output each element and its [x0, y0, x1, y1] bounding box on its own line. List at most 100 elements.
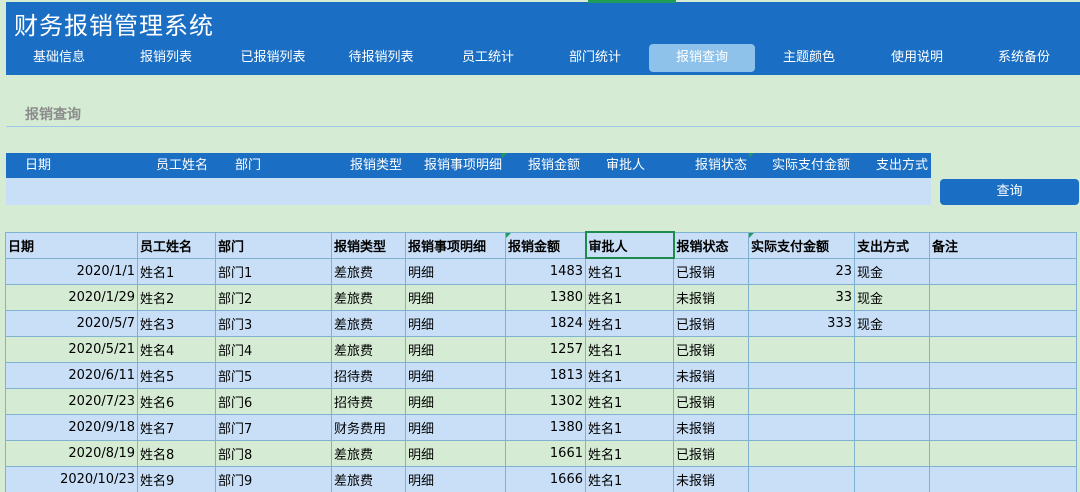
cell-actual-paid[interactable] — [748, 439, 855, 467]
cell-detail[interactable]: 明细 — [405, 413, 506, 441]
cell-payment-method[interactable]: 现金 — [854, 257, 930, 285]
cell-type[interactable]: 差旅费 — [331, 257, 406, 285]
nav-item-user-guide[interactable]: 使用说明 — [864, 44, 970, 72]
cell-approver[interactable]: 姓名1 — [585, 413, 674, 441]
query-amount-input[interactable] — [516, 178, 596, 205]
column-header-type[interactable]: 报销类型 — [331, 231, 406, 259]
cell-status[interactable]: 未报销 — [673, 413, 749, 441]
cell-department[interactable]: 部门3 — [215, 309, 332, 337]
cell-department[interactable]: 部门9 — [215, 465, 332, 492]
cell-status[interactable]: 未报销 — [673, 361, 749, 389]
cell-type[interactable]: 差旅费 — [331, 439, 406, 467]
column-header-amount[interactable]: 报销金额 — [505, 231, 586, 259]
nav-item-reimbursement-list[interactable]: 报销列表 — [113, 44, 219, 72]
cell-remarks[interactable] — [929, 361, 1077, 389]
cell-actual-paid[interactable] — [748, 465, 855, 492]
column-header-department[interactable]: 部门 — [215, 231, 332, 259]
cell-status[interactable]: 已报销 — [673, 335, 749, 363]
query-approver-input[interactable] — [596, 178, 681, 205]
cell-remarks[interactable] — [929, 257, 1077, 285]
query-date-input[interactable] — [6, 178, 146, 205]
table-row[interactable]: 2020/8/19 姓名8 部门8 差旅费 明细 1661 姓名1 已报销 — [5, 439, 1077, 467]
cell-department[interactable]: 部门5 — [215, 361, 332, 389]
cell-status[interactable]: 已报销 — [673, 387, 749, 415]
query-actual-paid-input[interactable] — [761, 178, 866, 205]
cell-payment-method[interactable]: 现金 — [854, 309, 930, 337]
table-row[interactable]: 2020/6/11 姓名5 部门5 招待费 明细 1813 姓名1 未报销 — [5, 361, 1077, 389]
cell-approver[interactable]: 姓名1 — [585, 439, 674, 467]
cell-payment-method[interactable] — [854, 387, 930, 415]
cell-payment-method[interactable] — [854, 413, 930, 441]
cell-department[interactable]: 部门6 — [215, 387, 332, 415]
cell-date[interactable]: 2020/6/11 — [5, 361, 138, 389]
query-type-input[interactable] — [341, 178, 416, 205]
cell-detail[interactable]: 明细 — [405, 439, 506, 467]
cell-date[interactable]: 2020/5/7 — [5, 309, 138, 337]
table-row[interactable]: 2020/1/1 姓名1 部门1 差旅费 明细 1483 姓名1 已报销 23 现金 — [5, 257, 1077, 285]
cell-employee[interactable]: 姓名1 — [137, 257, 216, 285]
cell-amount[interactable]: 1380 — [505, 283, 586, 311]
cell-approver[interactable]: 姓名1 — [585, 335, 674, 363]
column-header-payment-method[interactable]: 支出方式 — [854, 231, 930, 259]
cell-type[interactable]: 差旅费 — [331, 283, 406, 311]
cell-amount[interactable]: 1380 — [505, 413, 586, 441]
table-row[interactable]: 2020/1/29 姓名2 部门2 差旅费 明细 1380 姓名1 未报销 33 现金 — [5, 283, 1077, 311]
nav-item-theme-color[interactable]: 主题颜色 — [756, 44, 862, 72]
cell-employee[interactable]: 姓名6 — [137, 387, 216, 415]
cell-type[interactable]: 差旅费 — [331, 309, 406, 337]
column-header-date[interactable]: 日期 — [5, 231, 138, 259]
cell-approver[interactable]: 姓名1 — [585, 283, 674, 311]
query-detail-input[interactable] — [416, 178, 516, 205]
cell-actual-paid[interactable]: 33 — [748, 283, 855, 311]
nav-item-pending-list[interactable]: 待报销列表 — [328, 44, 434, 72]
cell-amount[interactable]: 1661 — [505, 439, 586, 467]
cell-date[interactable]: 2020/1/29 — [5, 283, 138, 311]
table-row[interactable]: 2020/5/21 姓名4 部门4 差旅费 明细 1257 姓名1 已报销 — [5, 335, 1077, 363]
cell-date[interactable]: 2020/8/19 — [5, 439, 138, 467]
cell-approver[interactable]: 姓名1 — [585, 361, 674, 389]
cell-approver[interactable]: 姓名1 — [585, 257, 674, 285]
cell-detail[interactable]: 明细 — [405, 257, 506, 285]
cell-status[interactable]: 已报销 — [673, 257, 749, 285]
cell-date[interactable]: 2020/9/18 — [5, 413, 138, 441]
cell-approver[interactable]: 姓名1 — [585, 309, 674, 337]
cell-date[interactable]: 2020/10/23 — [5, 465, 138, 492]
query-payment-method-input[interactable] — [866, 178, 931, 205]
table-row[interactable]: 2020/7/23 姓名6 部门6 招待费 明细 1302 姓名1 已报销 — [5, 387, 1077, 415]
cell-payment-method[interactable] — [854, 465, 930, 492]
cell-detail[interactable]: 明细 — [405, 465, 506, 492]
cell-employee[interactable]: 姓名5 — [137, 361, 216, 389]
cell-department[interactable]: 部门1 — [215, 257, 332, 285]
cell-payment-method[interactable] — [854, 361, 930, 389]
cell-remarks[interactable] — [929, 309, 1077, 337]
nav-item-employee-stats[interactable]: 员工统计 — [435, 44, 541, 72]
query-employee-input[interactable] — [146, 178, 226, 205]
cell-remarks[interactable] — [929, 439, 1077, 467]
cell-employee[interactable]: 姓名2 — [137, 283, 216, 311]
cell-actual-paid[interactable]: 23 — [748, 257, 855, 285]
cell-detail[interactable]: 明细 — [405, 387, 506, 415]
cell-date[interactable]: 2020/7/23 — [5, 387, 138, 415]
cell-actual-paid[interactable] — [748, 413, 855, 441]
cell-type[interactable]: 差旅费 — [331, 335, 406, 363]
cell-remarks[interactable] — [929, 465, 1077, 492]
table-row[interactable]: 2020/9/18 姓名7 部门7 财务费用 明细 1380 姓名1 未报销 — [5, 413, 1077, 441]
cell-actual-paid[interactable] — [748, 361, 855, 389]
cell-approver[interactable]: 姓名1 — [585, 387, 674, 415]
cell-amount[interactable]: 1824 — [505, 309, 586, 337]
cell-type[interactable]: 招待费 — [331, 387, 406, 415]
nav-item-department-stats[interactable]: 部门统计 — [542, 44, 648, 72]
column-header-approver[interactable]: 审批人 — [584, 231, 675, 259]
cell-type[interactable]: 差旅费 — [331, 465, 406, 492]
cell-employee[interactable]: 姓名9 — [137, 465, 216, 492]
column-header-remarks[interactable]: 备注 — [929, 231, 1077, 259]
cell-amount[interactable]: 1483 — [505, 257, 586, 285]
cell-amount[interactable]: 1813 — [505, 361, 586, 389]
cell-employee[interactable]: 姓名3 — [137, 309, 216, 337]
cell-type[interactable]: 财务费用 — [331, 413, 406, 441]
cell-remarks[interactable] — [929, 283, 1077, 311]
cell-date[interactable]: 2020/5/21 — [5, 335, 138, 363]
cell-status[interactable]: 已报销 — [673, 309, 749, 337]
query-status-input[interactable] — [681, 178, 761, 205]
cell-payment-method[interactable] — [854, 335, 930, 363]
